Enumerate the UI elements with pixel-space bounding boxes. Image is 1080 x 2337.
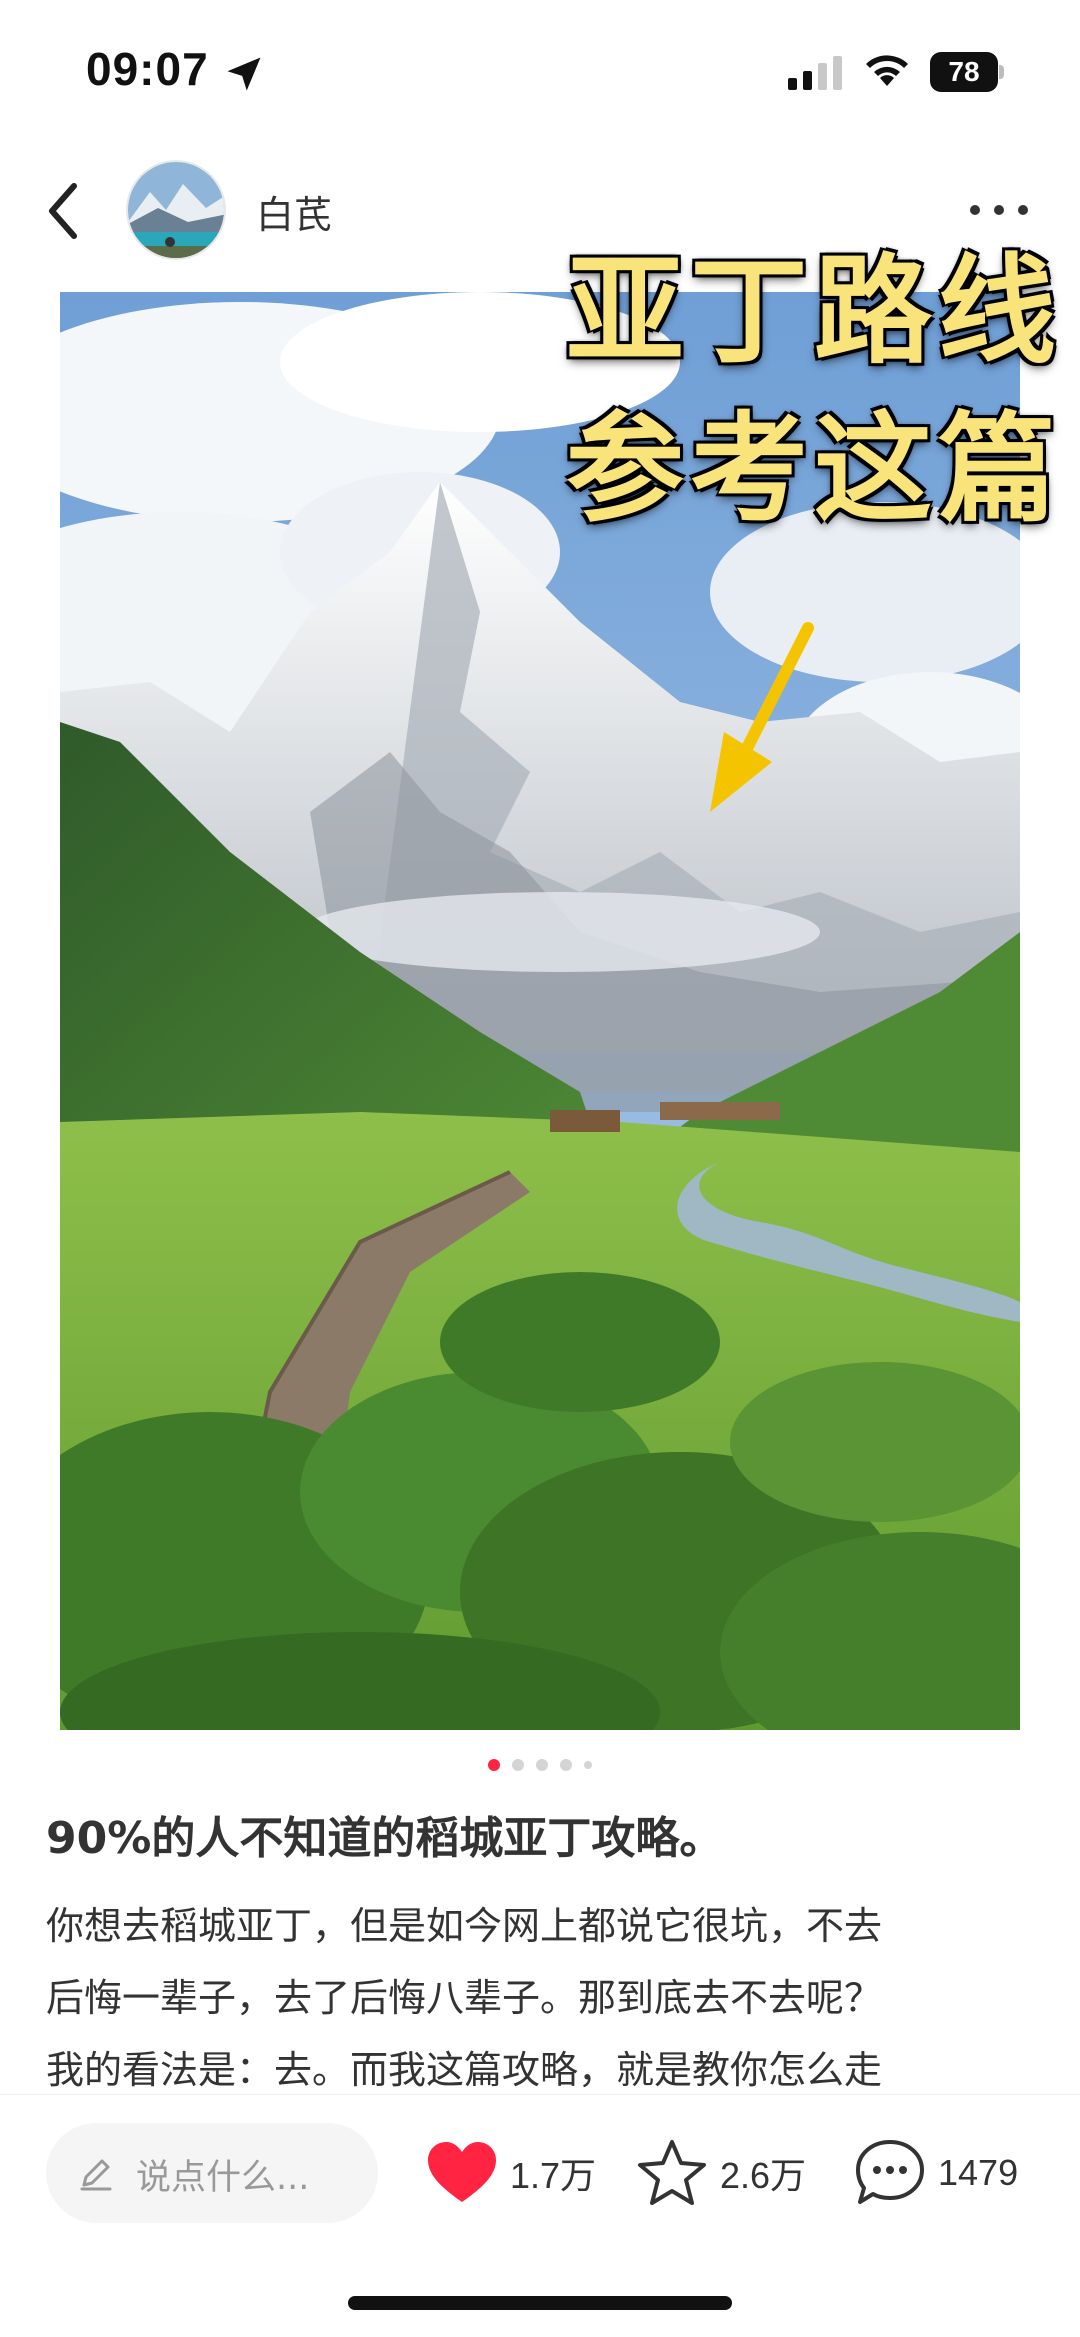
battery-level: 78 [930, 52, 998, 92]
pagination-dot [536, 1759, 548, 1771]
post-title: 90%的人不知道的稻城亚丁攻略。 [46, 1813, 724, 1864]
overlay-line-2: 参考这篇 [566, 400, 1063, 538]
comment-input[interactable]: 说点什么... [46, 2123, 378, 2223]
location-arrow-icon [227, 57, 261, 91]
pagination-dot [560, 1759, 572, 1771]
status-bar: 09:07 78 [0, 0, 1080, 140]
pencil-icon [80, 2159, 112, 2191]
comment-placeholder: 说点什么... [136, 2158, 310, 2198]
post-body: 你想去稻城亚丁，但是如今网上都说它很坑，不去 后悔一辈子，去了后悔八辈子。那到底… [46, 1890, 1036, 2100]
author-name[interactable]: 白芪 [256, 184, 332, 239]
collect-button[interactable]: 2.6万 [636, 2133, 806, 2213]
author-avatar[interactable] [126, 160, 226, 260]
post-body-line: 你想去稻城亚丁，但是如今网上都说它很坑，不去 [46, 1904, 883, 1948]
more-dots-icon[interactable] [966, 190, 1032, 230]
heart-icon [428, 2142, 496, 2202]
post-body-line: 后悔一辈子，去了后悔八辈子。那到底去不去呢？ [46, 1976, 883, 2020]
pagination-dot [512, 1759, 524, 1771]
status-time: 09:07 [86, 43, 209, 95]
photo-overlay-title: 亚丁路线 参考这篇 [566, 232, 1062, 548]
cellular-signal-icon [788, 56, 842, 90]
like-count: 1.7万 [510, 2155, 597, 2196]
like-button[interactable]: 1.7万 [426, 2133, 596, 2213]
battery-icon: 78 [930, 52, 1004, 92]
comment-button[interactable]: 1479 [854, 2133, 1018, 2213]
star-icon [638, 2140, 706, 2205]
home-indicator[interactable] [348, 2296, 732, 2310]
wifi-icon [866, 55, 908, 86]
post-body-line: 我的看法是：去。而我这篇攻略，就是教你怎么走 [46, 2048, 883, 2092]
pagination-dot [584, 1761, 592, 1769]
comment-count: 1479 [938, 2152, 1019, 2193]
image-pagination [0, 1758, 1080, 1772]
pagination-dot [488, 1759, 500, 1771]
collect-count: 2.6万 [720, 2155, 807, 2196]
comment-bubble-icon [856, 2140, 924, 2204]
back-button[interactable] [40, 178, 90, 244]
overlay-line-1: 亚丁路线 [566, 242, 1063, 380]
